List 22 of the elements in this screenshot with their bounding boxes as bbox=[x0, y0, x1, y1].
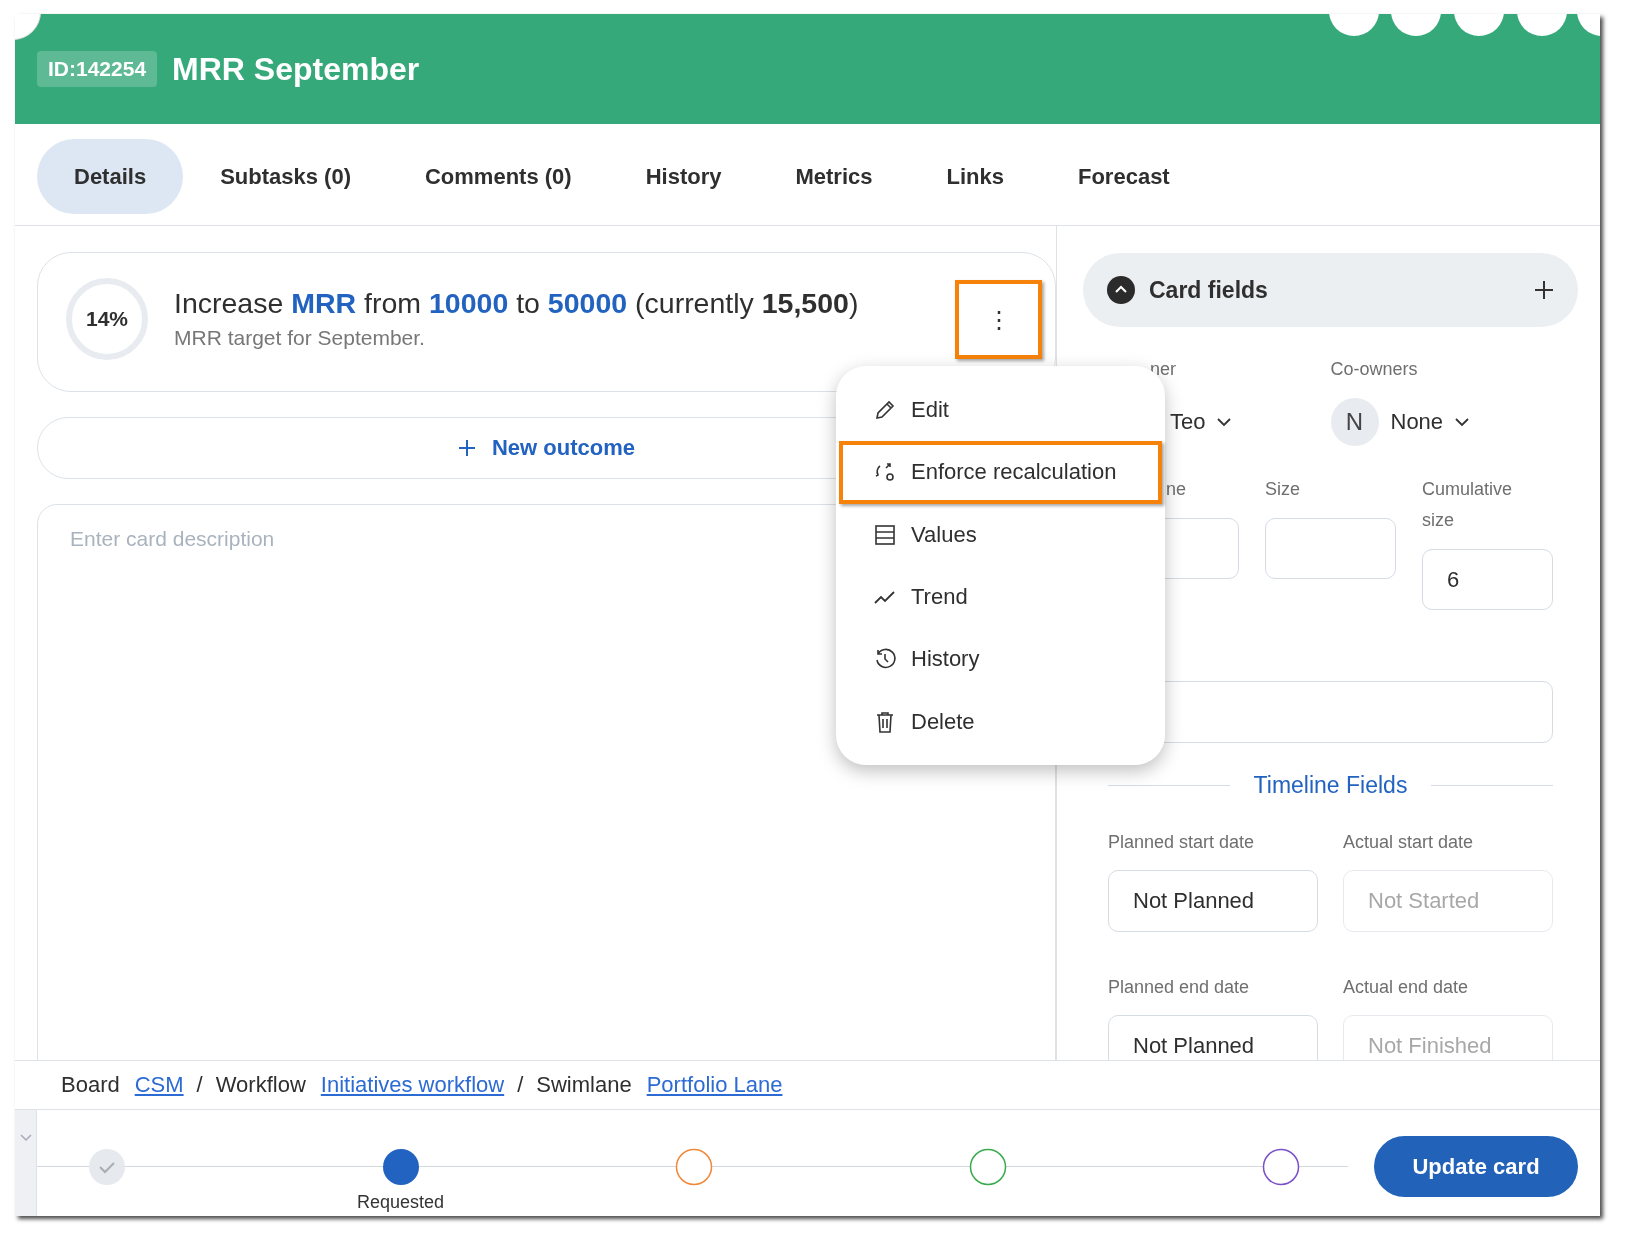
card-id-badge: ID:142254 bbox=[37, 51, 158, 87]
breadcrumb-label: Workflow bbox=[215, 1072, 306, 1098]
outcome-subtitle: MRR target for September. bbox=[174, 326, 426, 350]
breadcrumb-separator: / bbox=[196, 1072, 203, 1098]
step-label: Requested bbox=[356, 1192, 445, 1213]
field-label: Actual end date bbox=[1343, 976, 1470, 998]
field-label: Planned start date bbox=[1108, 831, 1256, 853]
field-label: Actual start date bbox=[1343, 831, 1475, 853]
field-label: Cumulative size bbox=[1422, 478, 1514, 532]
field-label: Planned end date bbox=[1108, 976, 1251, 998]
section-title: Card fields bbox=[1149, 276, 1269, 304]
avatar: N bbox=[1330, 398, 1379, 446]
breadcrumb-label: Board bbox=[61, 1072, 120, 1098]
card-title: MRR September bbox=[172, 50, 420, 88]
progress-ring: 14% bbox=[66, 278, 148, 360]
section-title: Timeline Fields bbox=[1253, 771, 1408, 799]
field-label: Size bbox=[1265, 478, 1301, 501]
outcome-text: Increase MRR from 10000 to 50000 (currently 15,500) bbox=[174, 287, 860, 320]
breadcrumb-label: Swimlane bbox=[536, 1072, 632, 1098]
field-label: Co-owners bbox=[1330, 358, 1419, 380]
breadcrumb-separator: / bbox=[517, 1072, 524, 1098]
field-label: ne bbox=[1165, 478, 1188, 501]
